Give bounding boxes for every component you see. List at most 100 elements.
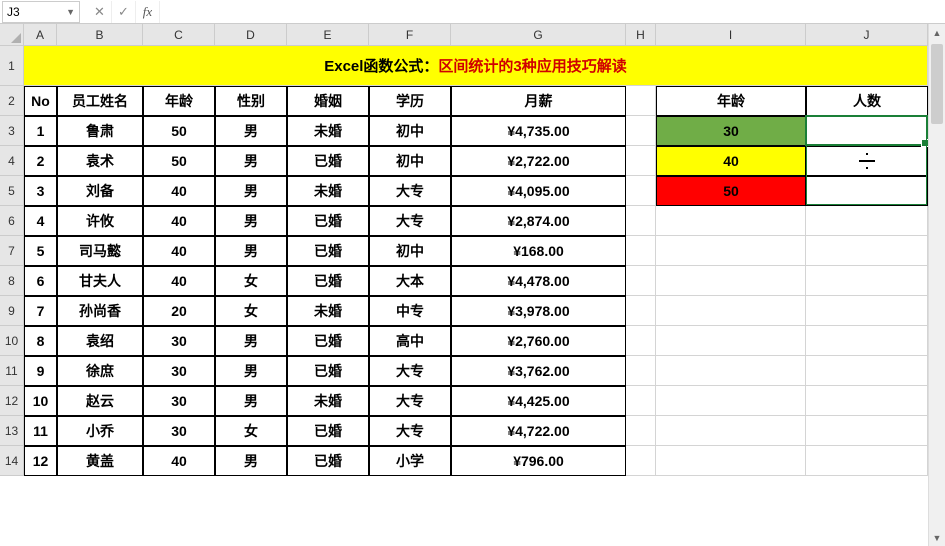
data-edu-10[interactable]: 高中 (369, 326, 451, 356)
fx-button[interactable]: fx (136, 1, 160, 23)
data-no-3[interactable]: 1 (24, 116, 57, 146)
data-age-11[interactable]: 30 (143, 356, 215, 386)
data-name-14[interactable]: 黄盖 (57, 446, 143, 476)
data-age-8[interactable]: 40 (143, 266, 215, 296)
data-name-8[interactable]: 甘夫人 (57, 266, 143, 296)
data-sex-12[interactable]: 男 (215, 386, 287, 416)
column-header-E[interactable]: E (287, 24, 369, 46)
row-header-13[interactable]: 13 (0, 416, 24, 446)
data-edu-13[interactable]: 大专 (369, 416, 451, 446)
data-no-11[interactable]: 9 (24, 356, 57, 386)
header-C[interactable]: 年龄 (143, 86, 215, 116)
header-G[interactable]: 月薪 (451, 86, 626, 116)
header-D[interactable]: 性别 (215, 86, 287, 116)
cell-I7[interactable] (656, 236, 806, 266)
data-mar-14[interactable]: 已婚 (287, 446, 369, 476)
data-sex-7[interactable]: 男 (215, 236, 287, 266)
data-sal-3[interactable]: ¥4,735.00 (451, 116, 626, 146)
header-A[interactable]: No (24, 86, 57, 116)
cell-J11[interactable] (806, 356, 928, 386)
data-edu-4[interactable]: 初中 (369, 146, 451, 176)
header-E[interactable]: 婚姻 (287, 86, 369, 116)
row-header-3[interactable]: 3 (0, 116, 24, 146)
cell-J10[interactable] (806, 326, 928, 356)
cell-I8[interactable] (656, 266, 806, 296)
data-edu-12[interactable]: 大专 (369, 386, 451, 416)
data-mar-11[interactable]: 已婚 (287, 356, 369, 386)
data-mar-6[interactable]: 已婚 (287, 206, 369, 236)
side-age-4[interactable]: 40 (656, 146, 806, 176)
cell-H7[interactable] (626, 236, 656, 266)
data-age-7[interactable]: 40 (143, 236, 215, 266)
cell-J12[interactable] (806, 386, 928, 416)
data-edu-5[interactable]: 大专 (369, 176, 451, 206)
cell-H8[interactable] (626, 266, 656, 296)
data-name-9[interactable]: 孙尚香 (57, 296, 143, 326)
data-mar-4[interactable]: 已婚 (287, 146, 369, 176)
data-sex-3[interactable]: 男 (215, 116, 287, 146)
cell-I11[interactable] (656, 356, 806, 386)
data-sal-8[interactable]: ¥4,478.00 (451, 266, 626, 296)
formula-input[interactable] (160, 1, 945, 23)
row-header-7[interactable]: 7 (0, 236, 24, 266)
data-age-6[interactable]: 40 (143, 206, 215, 236)
column-header-J[interactable]: J (806, 24, 928, 46)
data-age-14[interactable]: 40 (143, 446, 215, 476)
cell-I6[interactable] (656, 206, 806, 236)
header-F[interactable]: 学历 (369, 86, 451, 116)
data-name-11[interactable]: 徐庶 (57, 356, 143, 386)
column-header-G[interactable]: G (451, 24, 626, 46)
side-header-age[interactable]: 年龄 (656, 86, 806, 116)
data-name-12[interactable]: 赵云 (57, 386, 143, 416)
column-header-I[interactable]: I (656, 24, 806, 46)
row-header-10[interactable]: 10 (0, 326, 24, 356)
data-age-10[interactable]: 30 (143, 326, 215, 356)
cell-H5[interactable] (626, 176, 656, 206)
data-mar-8[interactable]: 已婚 (287, 266, 369, 296)
side-count-5[interactable] (806, 176, 928, 206)
chevron-down-icon[interactable]: ▼ (66, 7, 75, 17)
row-header-5[interactable]: 5 (0, 176, 24, 206)
data-no-8[interactable]: 6 (24, 266, 57, 296)
row-header-9[interactable]: 9 (0, 296, 24, 326)
data-no-4[interactable]: 2 (24, 146, 57, 176)
data-name-13[interactable]: 小乔 (57, 416, 143, 446)
data-age-4[interactable]: 50 (143, 146, 215, 176)
data-edu-8[interactable]: 大本 (369, 266, 451, 296)
cell-H13[interactable] (626, 416, 656, 446)
data-sal-11[interactable]: ¥3,762.00 (451, 356, 626, 386)
data-no-5[interactable]: 3 (24, 176, 57, 206)
column-header-F[interactable]: F (369, 24, 451, 46)
cell-I10[interactable] (656, 326, 806, 356)
cell-H3[interactable] (626, 116, 656, 146)
cell-J8[interactable] (806, 266, 928, 296)
data-sal-4[interactable]: ¥2,722.00 (451, 146, 626, 176)
column-header-D[interactable]: D (215, 24, 287, 46)
data-name-4[interactable]: 袁术 (57, 146, 143, 176)
data-sal-10[interactable]: ¥2,760.00 (451, 326, 626, 356)
data-no-13[interactable]: 11 (24, 416, 57, 446)
header-B[interactable]: 员工姓名 (57, 86, 143, 116)
data-sal-14[interactable]: ¥796.00 (451, 446, 626, 476)
row-header-11[interactable]: 11 (0, 356, 24, 386)
cell-I9[interactable] (656, 296, 806, 326)
data-sal-12[interactable]: ¥4,425.00 (451, 386, 626, 416)
cell-H4[interactable] (626, 146, 656, 176)
cell-J13[interactable] (806, 416, 928, 446)
vertical-scrollbar[interactable]: ▲ ▼ (928, 24, 945, 546)
cell-I14[interactable] (656, 446, 806, 476)
column-header-C[interactable]: C (143, 24, 215, 46)
data-sex-6[interactable]: 男 (215, 206, 287, 236)
column-header-B[interactable]: B (57, 24, 143, 46)
cell-J7[interactable] (806, 236, 928, 266)
data-name-3[interactable]: 鲁肃 (57, 116, 143, 146)
data-sex-8[interactable]: 女 (215, 266, 287, 296)
cell-J9[interactable] (806, 296, 928, 326)
spreadsheet-grid[interactable]: ABCDEFGHIJ1Excel函数公式：区间统计的3种应用技巧解读2No员工姓… (0, 24, 945, 476)
data-sal-7[interactable]: ¥168.00 (451, 236, 626, 266)
cell-H11[interactable] (626, 356, 656, 386)
data-no-9[interactable]: 7 (24, 296, 57, 326)
cell-H12[interactable] (626, 386, 656, 416)
side-header-count[interactable]: 人数 (806, 86, 928, 116)
select-all-corner[interactable] (0, 24, 24, 46)
